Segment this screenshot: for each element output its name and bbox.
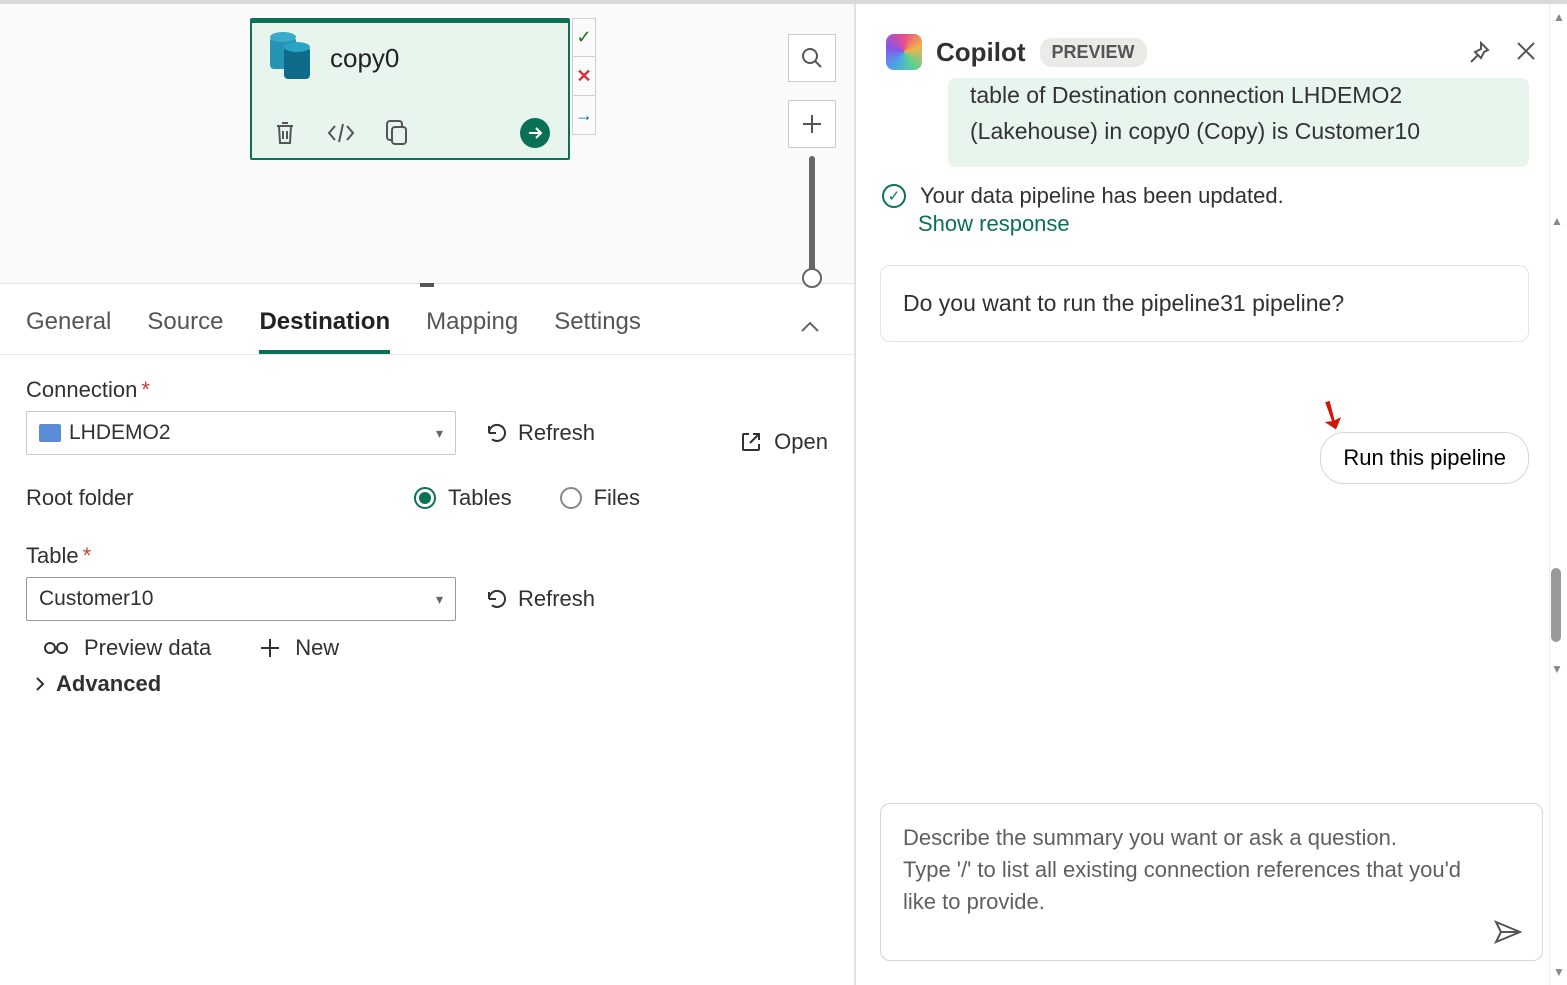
zoom-slider[interactable] xyxy=(809,156,815,280)
delete-icon[interactable] xyxy=(270,118,300,148)
new-label: New xyxy=(295,635,339,661)
chevron-down-icon: ▾ xyxy=(436,591,443,608)
preview-badge: PREVIEW xyxy=(1040,38,1147,67)
copy-data-icon xyxy=(270,37,312,79)
tab-settings[interactable]: Settings xyxy=(554,300,641,354)
open-connection-button[interactable]: Open xyxy=(740,429,828,455)
refresh-label: Refresh xyxy=(518,420,595,446)
refresh-table-button[interactable]: Refresh xyxy=(486,586,595,612)
root-folder-label: Root folder xyxy=(26,485,366,511)
connection-label: Connection* xyxy=(26,377,595,403)
code-icon[interactable] xyxy=(326,118,356,148)
table-label: Table* xyxy=(26,543,828,569)
tab-general[interactable]: General xyxy=(26,300,111,354)
status-fail-icon[interactable]: ✕ xyxy=(573,57,595,96)
copilot-header: Copilot PREVIEW xyxy=(856,4,1567,78)
chevron-down-icon: ▾ xyxy=(436,425,443,442)
advanced-section-toggle[interactable]: Advanced xyxy=(34,671,828,697)
radio-unselected-icon xyxy=(560,487,582,509)
pin-icon[interactable] xyxy=(1467,40,1491,64)
connection-value: LHDEMO2 xyxy=(69,421,436,445)
copilot-pane: Copilot PREVIEW table of Destination con… xyxy=(856,4,1567,985)
assistant-question-text: Do you want to run the pipeline31 pipeli… xyxy=(903,290,1344,316)
root-folder-files-radio[interactable]: Files xyxy=(560,485,640,511)
radio-selected-icon xyxy=(414,487,436,509)
root-folder-tables-radio[interactable]: Tables xyxy=(414,485,512,511)
connection-select[interactable]: LHDEMO2 ▾ xyxy=(26,411,456,455)
root-tables-label: Tables xyxy=(448,485,512,511)
open-label: Open xyxy=(774,429,828,455)
copilot-logo-icon xyxy=(886,34,922,70)
node-status-column: ✓ ✕ → xyxy=(572,18,596,135)
assistant-question-card: Do you want to run the pipeline31 pipeli… xyxy=(880,265,1529,342)
lakehouse-icon xyxy=(39,424,61,442)
preview-data-label: Preview data xyxy=(84,635,211,661)
refresh-label-2: Refresh xyxy=(518,586,595,612)
node-title: copy0 xyxy=(330,43,399,74)
execute-arrow-icon[interactable] xyxy=(520,118,550,148)
assistant-message-text: table of Destination connection LHDEMO2 … xyxy=(970,82,1420,144)
root-files-label: Files xyxy=(594,485,640,511)
collapse-panel-icon[interactable] xyxy=(800,321,820,333)
destination-form: Connection* LHDEMO2 ▾ Refresh xyxy=(0,355,854,751)
copilot-composer[interactable]: Describe the summary you want or ask a q… xyxy=(880,803,1543,961)
copy-icon[interactable] xyxy=(382,118,412,148)
main-pane: copy0 ✓ xyxy=(0,4,856,985)
pipeline-canvas[interactable]: copy0 ✓ xyxy=(0,4,854,284)
pipeline-updated-status: ✓ Your data pipeline has been updated. xyxy=(882,183,1543,209)
tab-source[interactable]: Source xyxy=(147,300,223,354)
composer-placeholder: Describe the summary you want or ask a q… xyxy=(903,822,1482,918)
new-table-button[interactable]: New xyxy=(259,635,339,661)
run-pipeline-button[interactable]: Run this pipeline xyxy=(1320,432,1529,484)
close-icon[interactable] xyxy=(1515,40,1537,64)
status-text: Your data pipeline has been updated. xyxy=(920,183,1284,209)
status-skip-icon[interactable]: → xyxy=(573,96,595,135)
advanced-label: Advanced xyxy=(56,671,161,697)
properties-tabs: General Source Destination Mapping Setti… xyxy=(0,284,854,355)
show-response-link[interactable]: Show response xyxy=(918,211,1543,237)
success-check-icon: ✓ xyxy=(882,184,906,208)
tab-destination[interactable]: Destination xyxy=(259,300,390,354)
copy-activity-node[interactable]: copy0 xyxy=(250,18,570,160)
preview-data-button[interactable]: Preview data xyxy=(42,635,211,661)
canvas-controls xyxy=(788,34,836,280)
assistant-message: table of Destination connection LHDEMO2 … xyxy=(948,78,1529,167)
scroll-up-icon[interactable]: ▲ xyxy=(1553,10,1565,24)
table-value: Customer10 xyxy=(39,587,436,611)
search-button[interactable] xyxy=(788,34,836,82)
copilot-chat: table of Destination connection LHDEMO2 … xyxy=(856,78,1567,785)
send-icon[interactable] xyxy=(1494,920,1522,944)
copilot-title: Copilot xyxy=(936,37,1026,68)
tab-mapping[interactable]: Mapping xyxy=(426,300,518,354)
add-button[interactable] xyxy=(788,100,836,148)
status-success-icon[interactable]: ✓ xyxy=(573,18,595,57)
pane-scrollbar[interactable]: ▲ ▼ xyxy=(1549,4,1567,985)
table-select[interactable]: Customer10 ▾ xyxy=(26,577,456,621)
refresh-connection-button[interactable]: Refresh xyxy=(486,420,595,446)
scroll-down-icon[interactable]: ▼ xyxy=(1553,965,1565,979)
